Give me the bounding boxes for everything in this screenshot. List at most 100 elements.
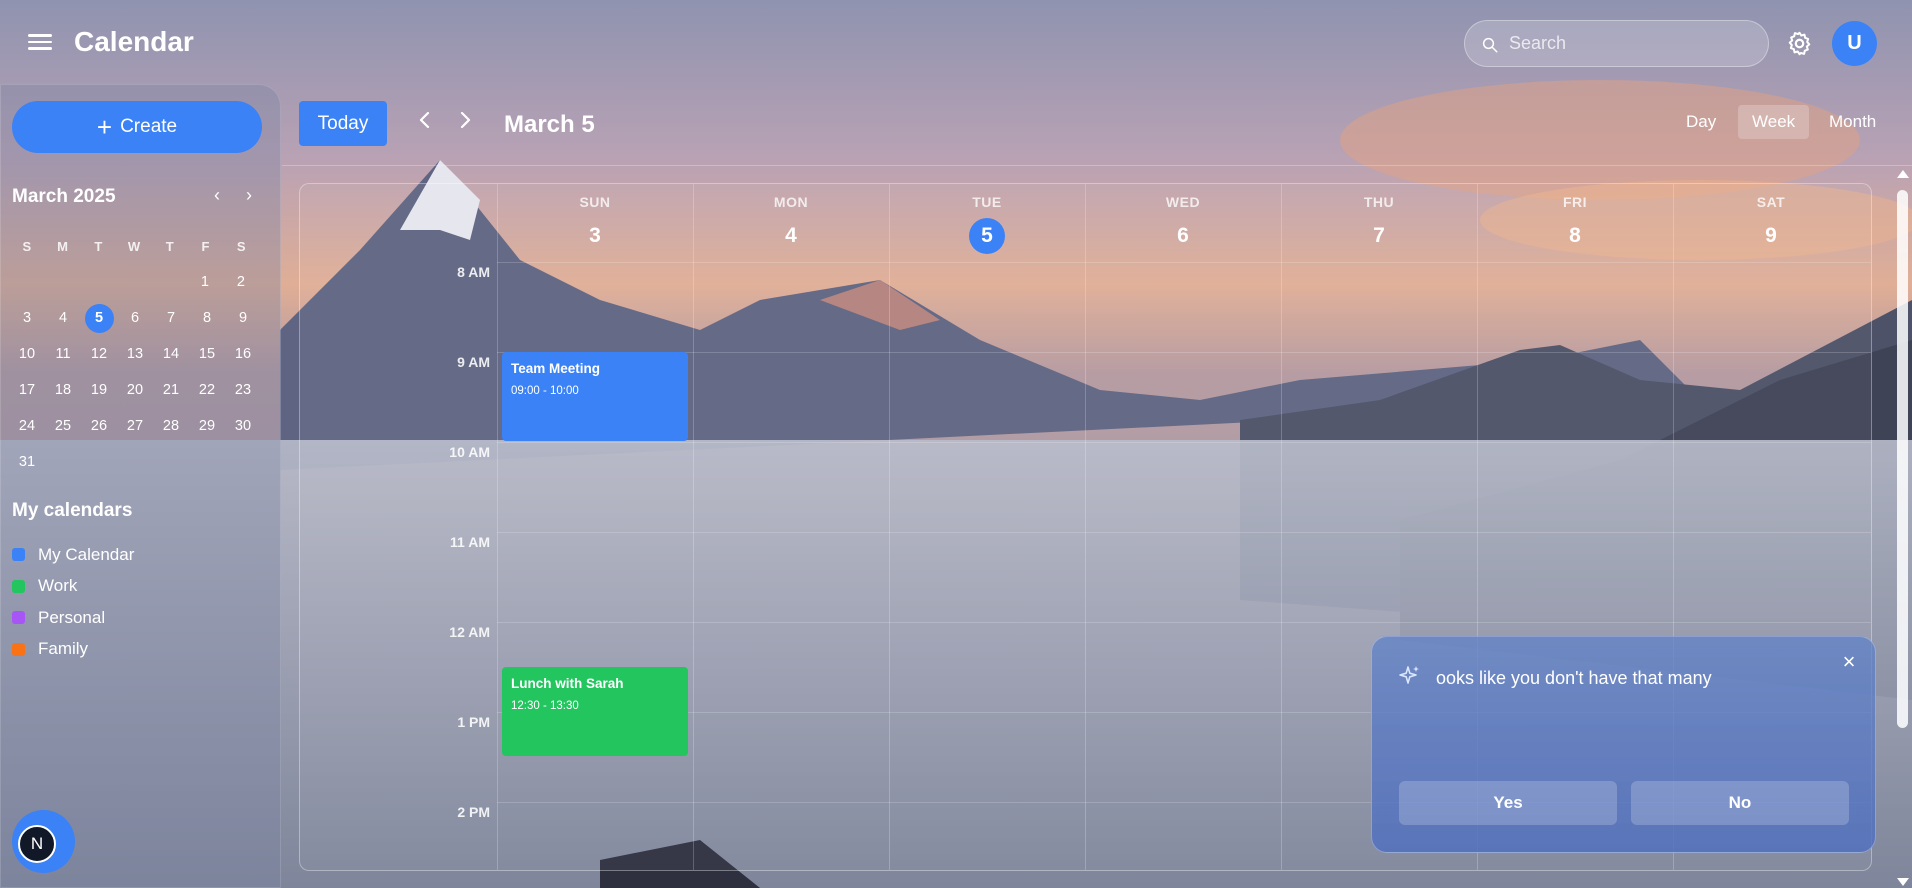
mini-day[interactable]: 25 <box>49 412 78 441</box>
mini-week-row: 12 <box>9 264 259 300</box>
mini-day-cell: 20 <box>117 376 153 405</box>
day-number: 7 <box>1373 224 1385 247</box>
mini-day-cell: 31 <box>9 448 45 477</box>
day-of-week: SAT <box>1756 194 1786 210</box>
day-number: 4 <box>785 224 797 247</box>
my-calendars-heading: My calendars <box>12 500 133 521</box>
hamburger-menu-icon[interactable] <box>28 30 52 52</box>
mini-day[interactable]: 15 <box>193 340 222 369</box>
mini-prev-month-icon[interactable]: ‹ <box>207 185 227 206</box>
event-lunch-with-sarah[interactable]: Lunch with Sarah 12:30 - 13:30 <box>502 667 688 756</box>
mini-day[interactable]: 24 <box>13 412 42 441</box>
mini-day-cell: 11 <box>45 340 81 369</box>
scroll-up-arrow-icon[interactable] <box>1897 170 1909 178</box>
view-day-button[interactable]: Day <box>1672 105 1730 139</box>
mini-day[interactable]: 19 <box>85 376 114 405</box>
mini-day[interactable]: 31 <box>13 448 42 477</box>
view-week-button[interactable]: Week <box>1738 105 1810 139</box>
mini-next-month-icon[interactable]: › <box>239 185 259 206</box>
calendar-item-label: Work <box>38 576 78 596</box>
mini-day[interactable]: 13 <box>121 340 150 369</box>
day-header-thu[interactable]: THU 7 <box>1281 194 1477 254</box>
grid-divider <box>1281 184 1282 870</box>
search-box[interactable] <box>1464 20 1769 67</box>
next-week-icon[interactable] <box>453 108 477 132</box>
user-avatar[interactable]: U <box>1832 21 1877 66</box>
mini-weekday: F <box>201 238 210 254</box>
today-button[interactable]: Today <box>299 101 387 146</box>
day-header-sun[interactable]: SUN 3 <box>497 194 693 254</box>
mini-day-cell: 4 <box>45 304 81 333</box>
grid-divider <box>497 184 498 870</box>
mini-day[interactable]: 14 <box>157 340 186 369</box>
mini-day-cell: 13 <box>117 340 153 369</box>
mini-day[interactable]: 29 <box>193 412 222 441</box>
time-label: 10 AM <box>449 444 490 460</box>
calendar-item-work[interactable]: Work <box>12 571 134 603</box>
mini-day[interactable]: 17 <box>13 376 42 405</box>
calendar-color-dot <box>12 611 25 625</box>
calendar-item-my-calendar[interactable]: My Calendar <box>12 539 134 571</box>
mini-day[interactable]: 10 <box>13 340 42 369</box>
day-of-week: MON <box>773 194 809 210</box>
mini-day[interactable]: 4 <box>49 304 78 333</box>
calendar-item-family[interactable]: Family <box>12 634 134 666</box>
mini-day[interactable]: 2 <box>226 268 255 297</box>
top-bar: Calendar U <box>0 0 1912 86</box>
today-day-number: 5 <box>969 218 1005 254</box>
mini-day[interactable]: 23 <box>229 376 258 405</box>
mini-day-selected[interactable]: 5 <box>84 303 114 333</box>
scroll-down-arrow-icon[interactable] <box>1897 878 1909 886</box>
view-month-button[interactable]: Month <box>1815 105 1890 139</box>
mini-day[interactable]: 30 <box>229 412 258 441</box>
mini-day[interactable]: 21 <box>157 376 186 405</box>
mini-weekday: T <box>165 238 174 254</box>
mini-day[interactable]: 28 <box>157 412 186 441</box>
mini-weeks: 1 2 3 4 5 6 7 8 9 10 11 12 13 14 15 16 17 18 19 20 21 22 23 24 2… <box>9 264 259 480</box>
day-header-fri[interactable]: FRI 8 <box>1477 194 1673 254</box>
gear-icon[interactable] <box>1786 30 1813 57</box>
calendar-color-dot <box>12 642 25 656</box>
mini-day-cell: 16 <box>225 340 261 369</box>
mini-day-cell: 6 <box>117 304 153 333</box>
mini-day-cell: 9 <box>225 304 261 333</box>
mini-day[interactable]: 8 <box>193 304 222 333</box>
mini-day[interactable]: 3 <box>13 304 42 333</box>
mini-day[interactable]: 1 <box>190 268 219 297</box>
scroll-thumb[interactable] <box>1897 190 1908 728</box>
mini-day[interactable]: 16 <box>229 340 258 369</box>
mini-day[interactable]: 11 <box>49 340 78 369</box>
time-label: 8 AM <box>457 264 490 280</box>
mini-day[interactable]: 12 <box>85 340 114 369</box>
mini-day[interactable]: 18 <box>49 376 78 405</box>
mini-day-cell: 7 <box>153 304 189 333</box>
no-button[interactable]: No <box>1631 781 1849 825</box>
day-header-sat[interactable]: SAT 9 <box>1673 194 1869 254</box>
grid-divider <box>497 442 1871 443</box>
mini-day[interactable]: 26 <box>85 412 114 441</box>
mini-week-row: 31 <box>9 444 259 480</box>
grid-divider <box>889 184 890 870</box>
day-header-tue[interactable]: TUE 5 <box>889 194 1085 254</box>
search-input[interactable] <box>1509 21 1759 66</box>
mini-day[interactable]: 20 <box>121 376 150 405</box>
day-header-wed[interactable]: WED 6 <box>1085 194 1281 254</box>
calendar-item-personal[interactable]: Personal <box>12 602 134 634</box>
mini-day[interactable]: 9 <box>229 304 258 333</box>
create-button[interactable]: + Create <box>12 101 262 153</box>
close-icon[interactable]: × <box>1839 649 1859 675</box>
mini-day[interactable]: 22 <box>193 376 222 405</box>
yes-button[interactable]: Yes <box>1399 781 1617 825</box>
event-time: 09:00 - 10:00 <box>511 385 579 397</box>
mini-day[interactable]: 6 <box>121 304 150 333</box>
event-team-meeting[interactable]: Team Meeting 09:00 - 10:00 <box>502 352 688 441</box>
event-time: 12:30 - 13:30 <box>511 700 579 712</box>
assistant-launcher-button[interactable]: N <box>12 810 75 873</box>
mini-day[interactable]: 27 <box>121 412 150 441</box>
prev-week-icon[interactable] <box>413 108 437 132</box>
mini-day-cell: 30 <box>225 412 261 441</box>
day-header-mon[interactable]: MON 4 <box>693 194 889 254</box>
mini-day[interactable]: 7 <box>157 304 186 333</box>
vertical-scrollbar[interactable] <box>1894 166 1912 888</box>
event-title: Lunch with Sarah <box>511 676 624 691</box>
